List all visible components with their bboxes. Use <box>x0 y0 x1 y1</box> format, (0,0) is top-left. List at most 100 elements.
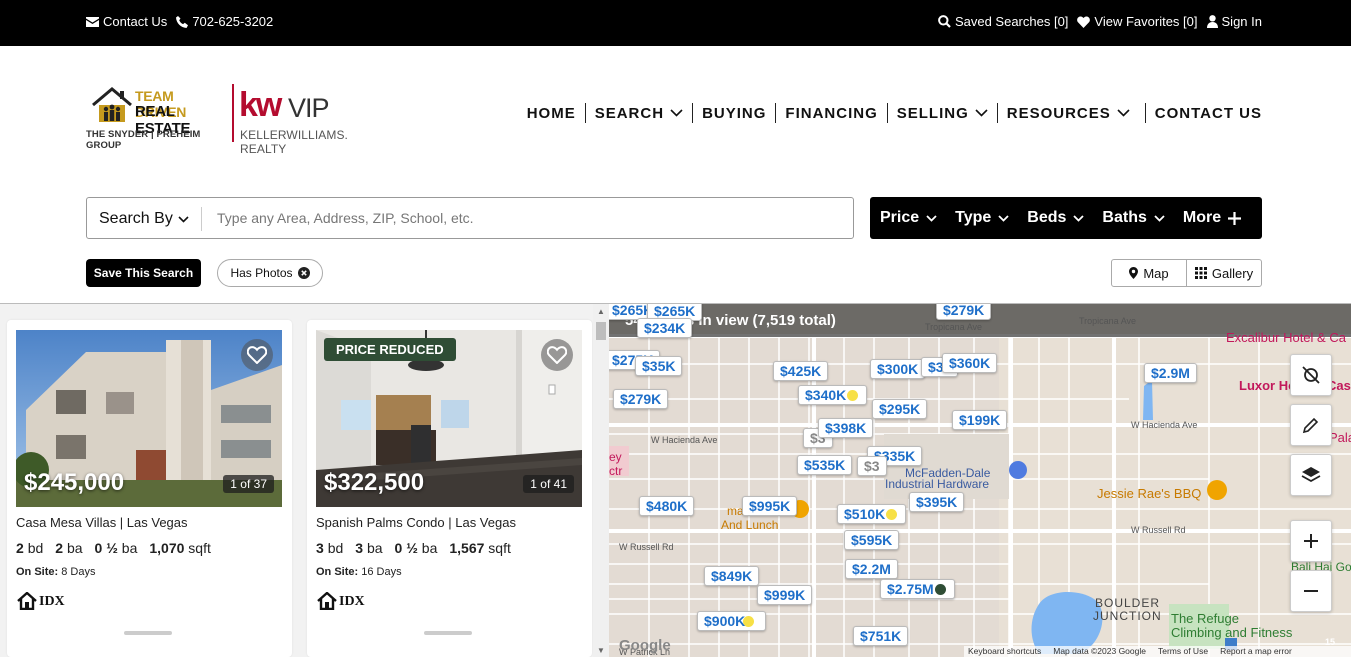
shopping-icon[interactable] <box>1009 461 1027 479</box>
map-price-pin[interactable]: $595K <box>844 530 900 550</box>
restaurant-icon[interactable] <box>1207 480 1227 500</box>
nav-financing[interactable]: FINANCING <box>776 105 886 122</box>
more-filter[interactable]: More <box>1174 209 1250 227</box>
search-by-dropdown[interactable]: Search By <box>99 210 189 228</box>
price-filter[interactable]: Price <box>870 209 946 227</box>
map-price-pin[interactable]: $480K <box>639 496 695 516</box>
idx-house-icon <box>317 592 337 610</box>
search-icon <box>938 15 951 28</box>
keyboard-shortcuts-link[interactable]: Keyboard shortcuts <box>968 646 1041 657</box>
chevron-down-icon <box>975 109 988 117</box>
map-place-label[interactable]: The Refuge <box>1171 611 1239 626</box>
nav-buying[interactable]: BUYING <box>693 105 775 122</box>
map-price-pin[interactable]: $535K <box>797 455 853 475</box>
beds-stat: 2 bd <box>16 540 44 556</box>
baths-filter[interactable]: Baths <box>1093 209 1173 227</box>
map-price-pin[interactable]: $279K <box>613 389 669 409</box>
map-price-pin[interactable]: $425K <box>773 361 829 381</box>
listing-photo[interactable]: $245,000 1 of 37 <box>16 330 282 507</box>
map-price-pin[interactable]: $395K <box>909 492 965 512</box>
listing-card[interactable]: PRICE REDUCED $322,500 1 of 41 Spanish P… <box>307 320 592 657</box>
site-logo[interactable]: TEAM DRIVEN REAL ESTATE THE SNYDER | PRE… <box>86 84 386 156</box>
nav-search[interactable]: SEARCH <box>586 105 692 122</box>
search-bar: Search By <box>86 197 854 239</box>
type-filter[interactable]: Type <box>946 209 1018 227</box>
listing-price: $322,500 <box>324 469 425 496</box>
map-place-label[interactable]: Pala <box>1329 430 1351 445</box>
phone-link[interactable]: 702-625-3202 <box>176 14 273 29</box>
scroll-down-arrow-icon[interactable]: ▼ <box>597 646 605 655</box>
scrollbar-thumb[interactable] <box>596 322 606 340</box>
map-price-pin[interactable]: $3 <box>857 456 887 476</box>
listing-scrollbar[interactable]: ▲ ▼ <box>593 304 609 657</box>
beds-filter[interactable]: Beds <box>1018 209 1093 227</box>
sign-in-link[interactable]: Sign In <box>1206 14 1262 29</box>
idx-logo: IDX <box>17 592 65 610</box>
map-price-pin[interactable]: $2.2M <box>845 559 898 579</box>
chevron-down-icon <box>1073 214 1085 222</box>
carousel-indicator <box>424 631 472 635</box>
google-logo[interactable]: Google <box>619 637 671 654</box>
map-place-label[interactable]: Industrial Hardware <box>885 477 989 491</box>
contact-us-link[interactable]: Contact Us <box>86 14 167 29</box>
map-place-label[interactable]: Climbing and Fitness <box>1171 625 1292 640</box>
map-price-pin[interactable]: $295K <box>872 399 928 419</box>
close-circle-icon[interactable] <box>297 267 310 279</box>
map-view-button[interactable]: Map <box>1112 260 1186 286</box>
plus-icon <box>1228 211 1242 225</box>
map-price-pin[interactable]: $300K <box>870 359 926 379</box>
listing-photo[interactable]: PRICE REDUCED $322,500 1 of 41 <box>316 330 582 507</box>
map-price-pin[interactable]: $279K <box>936 304 992 320</box>
map-price-pin[interactable]: $360K <box>942 353 998 373</box>
map-price-pin[interactable]: $199K <box>952 410 1008 430</box>
map-view[interactable]: 54 homes in view (7,519 total) Excalibur… <box>609 304 1351 657</box>
street-label: W Hacienda Ave <box>651 435 718 445</box>
nav-home[interactable]: HOME <box>518 105 585 122</box>
save-search-button[interactable]: Save This Search <box>86 259 201 287</box>
map-price-pin[interactable]: $995K <box>742 496 798 516</box>
map-place-label[interactable]: Jessie Rae's BBQ <box>1097 486 1201 501</box>
listing-name[interactable]: Casa Mesa Villas | Las Vegas <box>16 515 188 530</box>
map-price-pin[interactable]: $900K <box>697 611 767 631</box>
sqft-stat: 1,070 sqft <box>149 540 211 556</box>
nav-contact-us[interactable]: CONTACT US <box>1146 105 1262 122</box>
draw-area-button[interactable] <box>1290 404 1332 446</box>
favorite-button[interactable] <box>541 339 573 371</box>
map-place-label[interactable]: And Lunch <box>721 518 778 532</box>
price-reduced-badge: PRICE REDUCED <box>324 338 456 361</box>
has-photos-filter-pill[interactable]: Has Photos <box>217 259 323 287</box>
saved-searches-link[interactable]: Saved Searches [0] <box>938 14 1068 29</box>
favorite-button[interactable] <box>241 339 273 371</box>
view-favorites-link[interactable]: View Favorites [0] <box>1077 14 1198 29</box>
map-price-pin[interactable]: $35K <box>635 356 683 376</box>
map-price-pin[interactable]: $234K <box>637 318 693 338</box>
map-price-pin[interactable]: $398K <box>818 418 874 438</box>
scroll-up-arrow-icon[interactable]: ▲ <box>597 307 605 316</box>
map-price-pin[interactable]: $751K <box>853 626 909 646</box>
zoom-in-button[interactable] <box>1290 520 1332 562</box>
pencil-icon <box>1302 417 1319 434</box>
open-house-dot-icon <box>886 509 897 520</box>
nav-selling[interactable]: SELLING <box>888 105 997 122</box>
filter-bar: Price Type Beds Baths More <box>870 197 1262 239</box>
map-place-label[interactable]: Luxor Ho <box>1239 378 1296 393</box>
map-price-pin[interactable]: $999K <box>757 585 813 605</box>
photo-count: 1 of 41 <box>523 475 574 493</box>
search-input[interactable] <box>207 204 837 232</box>
half-baths-stat: 0 ½ ba <box>394 540 438 556</box>
listing-name[interactable]: Spanish Palms Condo | Las Vegas <box>316 515 516 530</box>
gallery-view-button[interactable]: Gallery <box>1186 260 1261 286</box>
zoom-out-button[interactable] <box>1290 570 1332 612</box>
report-error-link[interactable]: Report a map error <box>1220 646 1292 657</box>
heart-outline-icon <box>547 346 567 364</box>
map-layers-button[interactable] <box>1290 454 1332 496</box>
street-label: W Hacienda Ave <box>1131 420 1198 430</box>
map-price-pin[interactable]: $2.9M <box>1144 363 1197 383</box>
nav-resources[interactable]: RESOURCES <box>998 105 1139 122</box>
terms-link[interactable]: Terms of Use <box>1158 646 1208 657</box>
map-price-pin[interactable]: $849K <box>704 566 760 586</box>
listing-card[interactable]: $245,000 1 of 37 Casa Mesa Villas | Las … <box>7 320 292 657</box>
map-place-label[interactable]: Excalibur Hotel & Ca <box>1226 330 1346 345</box>
envelope-icon <box>86 16 99 27</box>
disable-map-search-button[interactable] <box>1290 354 1332 396</box>
